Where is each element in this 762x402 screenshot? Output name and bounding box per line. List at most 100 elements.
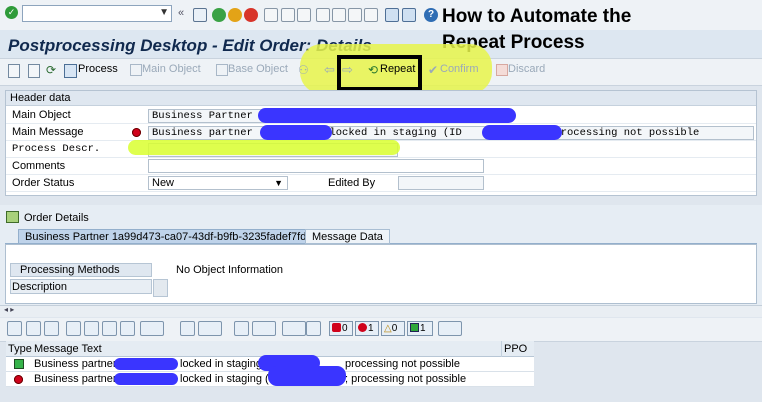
edited-by-field[interactable] <box>398 176 484 190</box>
green-light-icon <box>410 323 419 332</box>
new-session-icon[interactable] <box>385 8 399 22</box>
comments-field[interactable] <box>148 159 484 173</box>
error-count-badge[interactable]: 0 <box>329 321 353 336</box>
process-icon[interactable] <box>64 64 77 78</box>
redaction-scribble <box>114 373 178 385</box>
find-next-icon[interactable] <box>297 8 311 22</box>
enter-icon[interactable]: ✓ <box>5 6 18 19</box>
shortcut-icon[interactable] <box>402 8 416 22</box>
last-page-icon[interactable] <box>364 8 378 22</box>
info-count: 1 <box>420 323 426 334</box>
splitter-bar[interactable] <box>0 305 762 317</box>
exit-icon[interactable] <box>228 8 242 22</box>
find-icon[interactable] <box>281 8 295 22</box>
change-icon[interactable] <box>28 64 40 78</box>
process-button[interactable]: Process <box>78 63 118 75</box>
base-object-icon <box>216 64 228 76</box>
tab-business-partner[interactable]: Business Partner 1a99d473-ca07-43df-b9fb… <box>18 229 314 244</box>
red-light-icon <box>14 375 23 384</box>
next-page-icon[interactable] <box>348 8 362 22</box>
main-message-text-a: Business partner <box>152 127 253 139</box>
details-icon[interactable] <box>7 321 22 336</box>
subtotal-icon[interactable] <box>198 321 222 336</box>
settings-icon[interactable] <box>438 321 462 336</box>
base-object-button[interactable]: Base Object <box>228 63 288 75</box>
scrollbar-vertical[interactable] <box>153 279 168 297</box>
message-text-a: Business partner <box>34 373 117 385</box>
order-status-select[interactable]: New ▼ <box>148 176 288 190</box>
chevron-down-icon[interactable]: ▼ <box>159 7 169 18</box>
sort-ascending-icon[interactable] <box>66 321 81 336</box>
redaction-scribble <box>258 108 516 123</box>
redaction-scribble <box>260 125 332 140</box>
info-count-badge[interactable]: 1 <box>407 321 433 336</box>
help-icon[interactable]: ? <box>424 8 438 22</box>
column-ppo: PPO <box>504 343 528 355</box>
print-icon[interactable] <box>264 8 278 22</box>
main-message-label: Main Message <box>12 126 84 138</box>
redaction-scribble <box>482 125 562 140</box>
main-object-icon <box>130 64 142 76</box>
green-light-icon <box>14 359 24 369</box>
column-type: Type <box>8 343 32 355</box>
history-back-icon[interactable]: « <box>178 7 184 19</box>
sum-icon[interactable] <box>180 321 195 336</box>
main-message-text-b: locked in staging (ID <box>329 127 462 139</box>
message-text-a: Business partner <box>34 358 117 370</box>
order-status-label: Order Status <box>12 177 75 189</box>
tab-message-data[interactable]: Message Data <box>305 229 390 244</box>
main-message-text-c: processing not possible <box>554 127 700 139</box>
error-count: 0 <box>342 323 348 334</box>
red-light-count-badge[interactable]: 1 <box>355 321 379 336</box>
scroll-arrows-icon[interactable]: ◂ ▸ <box>4 305 14 314</box>
back-icon[interactable] <box>212 8 226 22</box>
command-field[interactable]: ▼ <box>22 5 172 22</box>
zoom-out-icon[interactable] <box>44 321 59 336</box>
discard-button[interactable]: Discard <box>508 63 545 75</box>
message-text-b: locked in staging <box>180 358 262 370</box>
print-icon[interactable] <box>234 321 249 336</box>
warning-count-badge[interactable]: △0 <box>381 321 405 336</box>
layout-icon[interactable] <box>306 321 321 336</box>
description-column: Description <box>12 281 68 293</box>
order-details-title: Order Details <box>24 212 89 224</box>
sort-descending-icon[interactable] <box>84 321 99 336</box>
message-text-b: locked in staging (ID <box>180 373 280 385</box>
chevron-down-icon[interactable]: ▼ <box>274 177 283 189</box>
arrow-left-icon[interactable]: ⇦ <box>324 62 335 78</box>
red-light-icon <box>358 323 367 332</box>
main-object-value: Business Partner <box>152 110 253 122</box>
zoom-in-icon[interactable] <box>26 321 41 336</box>
error-status-icon <box>132 128 141 137</box>
discard-icon <box>496 64 508 76</box>
save-icon[interactable] <box>193 8 207 22</box>
confirm-button[interactable]: Confirm <box>440 63 479 75</box>
main-object-button[interactable]: Main Object <box>142 63 201 75</box>
warning-icon: △ <box>384 323 392 334</box>
order-details-icon[interactable] <box>6 211 19 223</box>
prev-page-icon[interactable] <box>332 8 346 22</box>
yellow-highlight-scribble <box>128 140 400 155</box>
first-page-icon[interactable] <box>316 8 330 22</box>
find-icon[interactable] <box>102 321 117 336</box>
header-data-title: Header data <box>10 92 71 104</box>
red-light-count: 1 <box>368 323 374 334</box>
refresh-icon[interactable]: ⟳ <box>46 63 56 77</box>
repeat-button[interactable]: Repeat <box>380 63 415 75</box>
overlay-headline-line1: How to Automate the <box>442 6 632 27</box>
status-bar <box>0 388 762 402</box>
cancel-icon[interactable] <box>244 8 258 22</box>
redaction-scribble <box>114 358 178 370</box>
views-icon[interactable] <box>252 321 276 336</box>
main-message-field[interactable]: Business partner locked in staging (ID p… <box>148 126 754 140</box>
header-data-title-bar <box>6 91 756 106</box>
find-next-icon[interactable] <box>120 321 135 336</box>
export-icon[interactable] <box>282 321 306 336</box>
repeat-icon: ⟲ <box>368 63 379 77</box>
main-object-label: Main Object <box>12 109 71 121</box>
filter-icon[interactable] <box>140 321 164 336</box>
message-text-c: processing not possible <box>345 358 460 370</box>
search-people-icon[interactable]: ⚇ <box>298 63 309 77</box>
display-icon[interactable] <box>8 64 20 78</box>
column-message-text: Message Text <box>34 343 102 355</box>
